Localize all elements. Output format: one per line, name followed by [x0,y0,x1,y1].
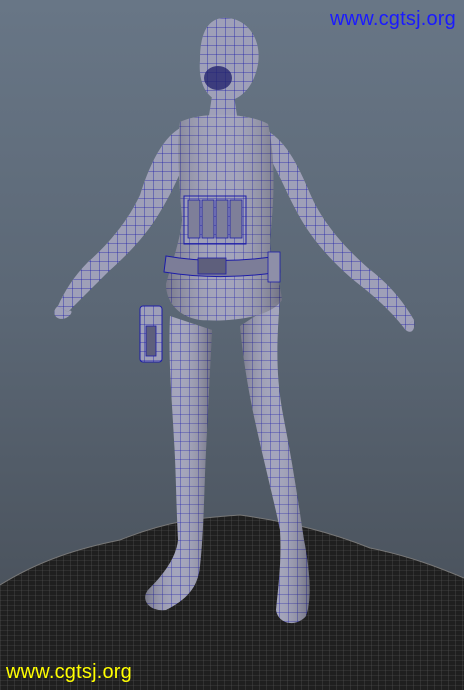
vest-pouches [183,195,247,245]
watermark-bottom: www.cgtsj.org [6,661,132,683]
maya-viewport[interactable]: www.cgtsj.org www.cgtsj.org [0,0,464,690]
thigh-holster [139,305,163,363]
watermark-top: www.cgtsj.org [330,8,456,30]
viewport-scene[interactable] [0,0,464,690]
